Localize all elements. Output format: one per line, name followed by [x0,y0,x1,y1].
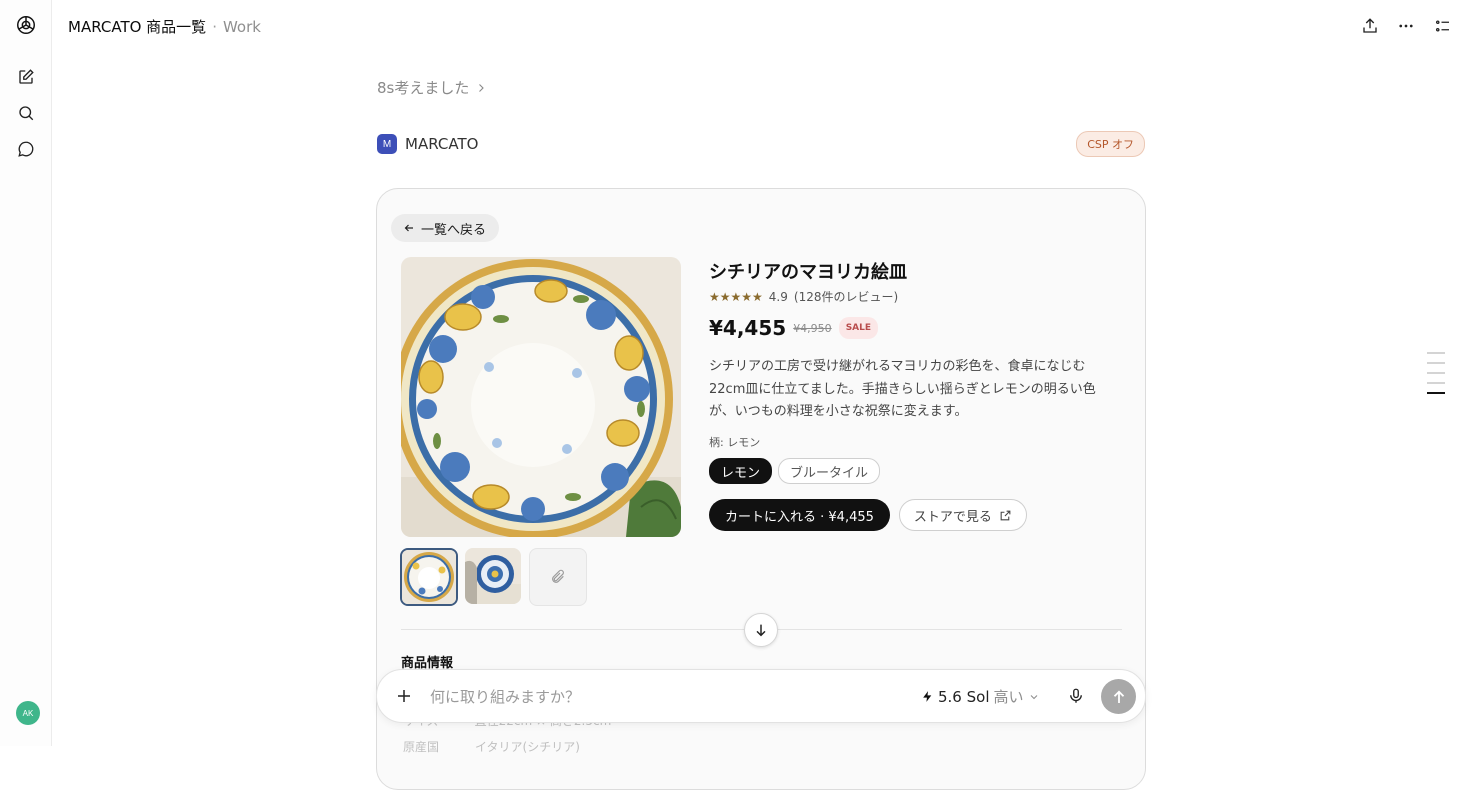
thought-label: 8s考えました [377,79,470,97]
outline-icon[interactable] [1431,14,1455,38]
avatar[interactable]: AK [16,701,40,725]
conversation-title: MARCATO 商品一覧 [68,18,207,36]
outline-mark [1427,382,1445,384]
arrow-down-icon [756,624,766,637]
page-title: MARCATO 商品一覧 · Work [68,16,261,37]
thought-toggle[interactable]: 8s考えました [377,77,487,98]
variant-label: 柄: レモン [709,436,761,449]
external-link-icon [1000,510,1011,520]
outline-indicator[interactable] [1427,352,1447,402]
chevron-right-icon [479,83,485,92]
composer: 何に取り組みますか？ 5.6 Sol 高い [376,669,1146,723]
back-button[interactable]: 一覧へ戻る [391,214,500,242]
majolica-plate-image [401,257,681,537]
workspace-label[interactable]: Work [223,18,261,36]
thumbnail-2[interactable] [465,548,521,604]
model-selector[interactable]: 5.6 Sol 高い [921,686,1040,707]
rating-value: 4.9 [768,289,788,304]
back-label: 一覧へ戻る [421,222,487,238]
new-chat-icon[interactable] [13,64,39,90]
variant-options: レモン ブルータイル [709,458,881,484]
product-image[interactable] [401,257,681,537]
message-input[interactable]: 何に取り組みますか？ [430,686,580,707]
top-bar: MARCATO 商品一覧 · Work [52,0,1470,52]
original-price: ¥4,950 [793,321,832,335]
thumbnail-blue-tile-image [465,548,521,604]
title-separator: · [212,18,217,36]
more-options-icon[interactable] [1394,14,1418,38]
thumbnail-3[interactable] [529,548,587,606]
variant-chip-lemon[interactable]: レモン [709,458,773,484]
sale-badge: SALE [838,317,879,339]
send-button[interactable] [1101,679,1136,714]
plus-icon[interactable] [393,685,415,707]
sidebar: AK [0,0,52,746]
star-rating-icon: ★★★★★ [709,289,763,304]
chevron-down-icon [1030,694,1037,699]
product-title: シチリアのマヨリカ絵皿 [709,262,907,283]
share-icon[interactable] [1358,14,1382,38]
thumbnail-1[interactable] [400,548,458,606]
microphone-icon[interactable] [1065,685,1087,707]
product-description: シチリアの工房で受け継がれるマヨリカの彩色を、食卓になじむ22cm皿に仕立てまし… [709,359,1096,419]
review-count: (128件のレビュー) [793,290,899,304]
search-icon[interactable] [13,100,39,126]
rating: ★★★★★ 4.9 (128件のレビュー) [709,288,898,305]
chat-icon[interactable] [13,136,39,162]
app-badge: M [377,134,397,154]
logo-icon[interactable] [13,12,39,38]
variant-chip-blue-tile[interactable]: ブルータイル [778,458,881,484]
arrow-left-icon [404,224,413,232]
price-row: ¥4,455 ¥4,950 SALE [709,316,879,340]
arrow-up-icon [1113,689,1124,703]
widget-header: M MARCATO CSP オフ [377,131,1145,157]
scroll-down-button[interactable] [744,613,778,647]
app-name: MARCATO [405,135,479,153]
outline-mark [1427,362,1445,364]
view-store-label: ストアで見る [913,509,992,525]
outline-mark [1427,372,1445,374]
add-to-cart-button[interactable]: カートに入れる · ¥4,455 [709,499,890,531]
lightning-icon [923,691,932,702]
price: ¥4,455 [709,316,787,340]
product-actions: カートに入れる · ¥4,455 ストアで見る [709,499,1027,531]
model-name: 5.6 Sol [938,687,990,706]
attachment-icon [552,569,564,583]
outline-mark [1427,352,1445,354]
csp-badge[interactable]: CSP オフ [1076,131,1145,157]
thumbnail-plate-image [402,550,456,604]
outline-mark-current [1427,392,1445,394]
reasoning-level: 高い [993,688,1024,706]
info-row-origin: 原産国 イタリア(シチリア) [403,740,580,754]
view-store-button[interactable]: ストアで見る [898,499,1027,531]
